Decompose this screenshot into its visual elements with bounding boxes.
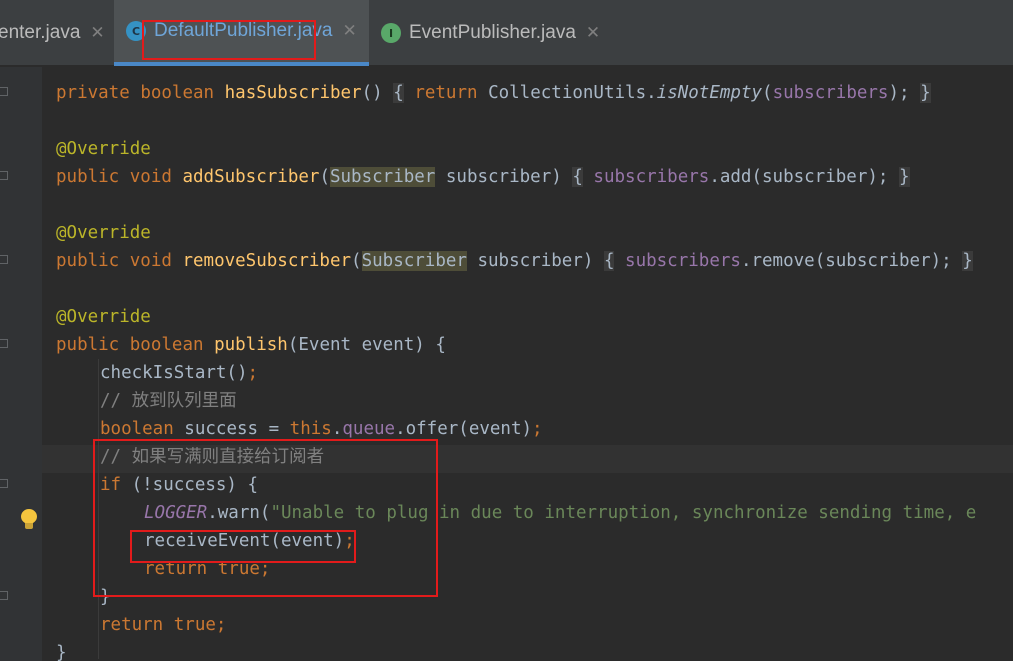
close-icon[interactable]: ✕ bbox=[586, 23, 600, 43]
highlight-box-tab bbox=[142, 20, 316, 60]
code-line-return: return true; bbox=[100, 615, 227, 635]
fold-marker-icon[interactable] bbox=[0, 479, 8, 488]
fold-marker-icon[interactable] bbox=[0, 339, 8, 348]
code-line-checkIsStart: checkIsStart(); bbox=[100, 363, 259, 383]
fold-marker-icon[interactable] bbox=[0, 87, 8, 96]
close-icon[interactable]: ✕ bbox=[90, 23, 104, 43]
code-line-annotation: @Override bbox=[56, 307, 151, 327]
code-line-annotation: @Override bbox=[56, 223, 151, 243]
tab-label: enter.java bbox=[0, 22, 81, 43]
tab-enter-java[interactable]: enter.java ✕ bbox=[0, 0, 105, 66]
lightbulb-icon[interactable] bbox=[20, 509, 38, 531]
close-icon[interactable]: ✕ bbox=[343, 21, 357, 41]
code-line-annotation: @Override bbox=[56, 139, 151, 159]
highlight-box-receiveEvent bbox=[130, 530, 356, 563]
code-line-addSubscriber: public void addSubscriber(Subscriber sub… bbox=[56, 167, 910, 187]
fold-marker-icon[interactable] bbox=[0, 171, 8, 180]
interface-icon: I bbox=[381, 23, 401, 43]
code-line-publish: public boolean publish(Event event) { bbox=[56, 335, 446, 355]
editor-gutter bbox=[0, 67, 42, 661]
fold-marker-icon[interactable] bbox=[0, 591, 8, 600]
code-line-removeSubscriber: public void removeSubscriber(Subscriber … bbox=[56, 251, 973, 271]
code-line-hasSubscriber: private boolean hasSubscriber() { return… bbox=[56, 83, 931, 103]
tab-label: EventPublisher.java bbox=[409, 22, 576, 43]
code-comment: // 放到队列里面 bbox=[100, 391, 237, 411]
code-line-close-brace: } bbox=[56, 643, 67, 661]
tab-event-publisher[interactable]: I EventPublisher.java ✕ bbox=[381, 0, 600, 66]
fold-marker-icon[interactable] bbox=[0, 255, 8, 264]
highlight-box-block bbox=[93, 439, 438, 597]
